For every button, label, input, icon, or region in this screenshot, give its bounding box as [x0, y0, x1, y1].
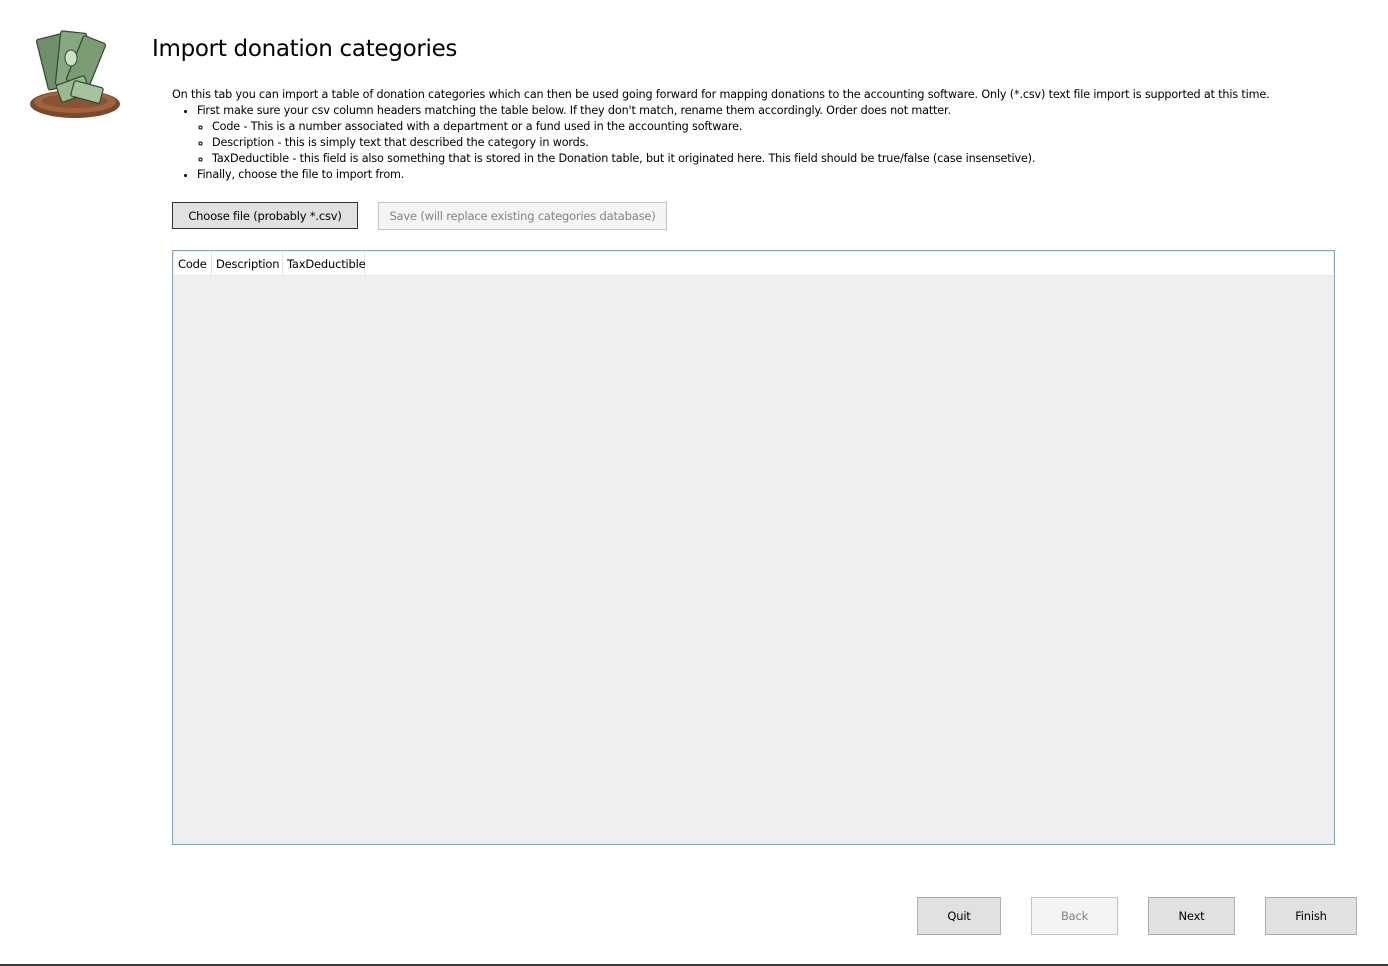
finish-button[interactable]: Finish — [1265, 897, 1357, 935]
column-item: TaxDeductible - this field is also somet… — [212, 151, 1352, 167]
next-button[interactable]: Next — [1148, 897, 1235, 935]
step-item: First make sure your csv column headers … — [197, 103, 1352, 167]
step-text: Finally, choose the file to import from. — [197, 168, 405, 181]
column-header-taxdeductible[interactable]: TaxDeductible — [283, 252, 366, 275]
money-bowl-icon — [30, 30, 120, 118]
column-item: Description - this is simply text that d… — [212, 135, 1352, 151]
save-button[interactable]: Save (will replace existing categories d… — [378, 202, 667, 230]
page-title: Import donation categories — [152, 36, 458, 62]
intro-text: On this tab you can import a table of do… — [172, 88, 1270, 101]
step-text: First make sure your csv column headers … — [197, 104, 951, 117]
quit-button[interactable]: Quit — [917, 897, 1001, 935]
column-item: Code - This is a number associated with … — [212, 119, 1352, 135]
choose-file-button[interactable]: Choose file (probably *.csv) — [172, 202, 358, 229]
column-header-code[interactable]: Code — [174, 252, 212, 275]
column-list: Code - This is a number associated with … — [197, 119, 1352, 167]
table-header: Code Description TaxDeductible — [174, 252, 1333, 276]
column-header-description[interactable]: Description — [212, 252, 283, 275]
back-button[interactable]: Back — [1031, 897, 1118, 935]
steps-list: First make sure your csv column headers … — [172, 103, 1352, 183]
instructions-text: On this tab you can import a table of do… — [172, 87, 1352, 183]
categories-table[interactable]: Code Description TaxDeductible — [172, 250, 1335, 845]
step-item: Finally, choose the file to import from. — [197, 167, 1352, 183]
wizard-window: Import donation categories On this tab y… — [0, 0, 1388, 966]
